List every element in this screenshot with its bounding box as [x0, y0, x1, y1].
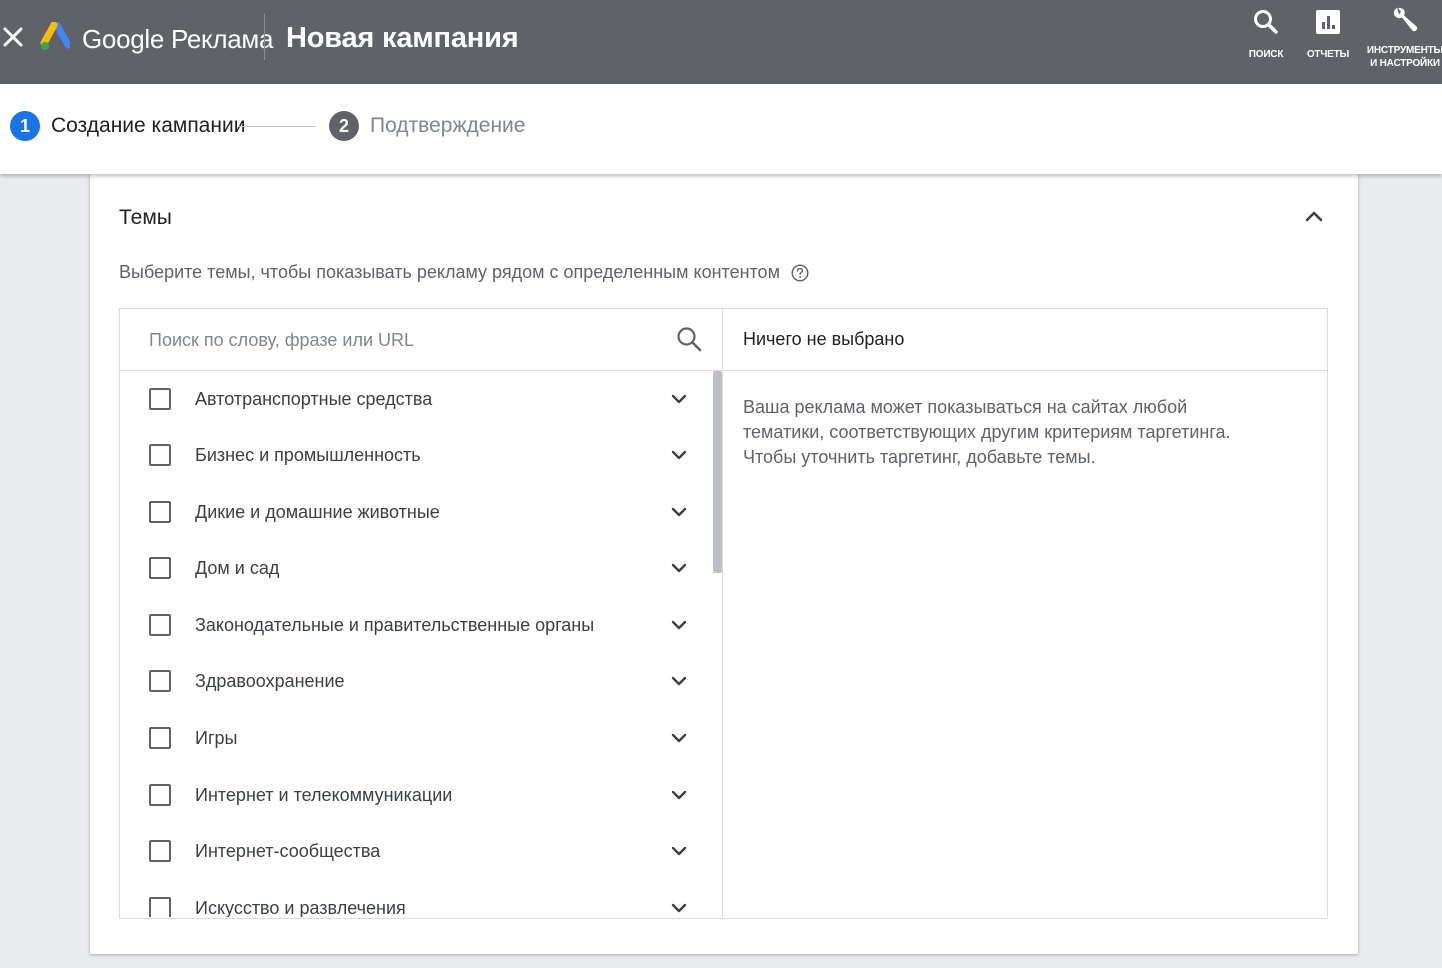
tools-label-line-1: ИНСТРУМЕНТЫ [1366, 45, 1442, 56]
campaign-stepper: 1 Создание кампании 2 Подтверждение [0, 84, 1442, 174]
topic-label: Здравоохранение [195, 670, 345, 691]
topic-label: Законодательные и правительственные орга… [195, 614, 595, 635]
step-number-badge: 1 [10, 111, 40, 141]
expand-topic-button[interactable] [666, 725, 692, 751]
topic-label: Игры [195, 727, 238, 748]
topic-label: Дом и сад [195, 557, 280, 578]
collapse-section-button[interactable] [1300, 202, 1328, 230]
expand-topic-button[interactable] [666, 838, 692, 864]
top-app-bar: Google Реклама Новая кампания ПОИСК ОТЧЕ… [0, 0, 1442, 84]
expand-topic-button[interactable] [666, 386, 692, 412]
expand-topic-button[interactable] [666, 895, 692, 917]
selected-topics-info: Ваша реклама может показываться на сайта… [743, 397, 1231, 467]
list-item[interactable]: Интернет-сообщества [120, 823, 710, 879]
list-item[interactable]: Искусство и развлечения [120, 880, 710, 917]
expand-topic-button[interactable] [666, 442, 692, 468]
chevron-down-icon [671, 450, 687, 460]
list-item[interactable]: Интернет и телекоммуникации [120, 767, 710, 823]
title-divider [264, 14, 265, 60]
topic-checkbox[interactable] [149, 501, 171, 523]
topic-checkbox[interactable] [149, 897, 171, 917]
list-item[interactable]: Бизнес и промышленность [120, 427, 710, 483]
topic-label: Бизнес и промышленность [195, 444, 421, 465]
expand-topic-button[interactable] [666, 555, 692, 581]
step-label: Подтверждение [370, 114, 526, 137]
chevron-down-icon [671, 394, 687, 404]
wrench-icon [1393, 7, 1418, 32]
reports-button-label: ОТЧЕТЫ [1306, 49, 1350, 60]
topic-checkbox[interactable] [149, 614, 171, 636]
step-create-campaign[interactable]: 1 Создание кампании [10, 111, 245, 141]
topic-list[interactable]: Автотранспортные средства Бизнес и промы… [120, 371, 722, 917]
step-number-badge: 2 [329, 111, 359, 141]
topic-label: Интернет-сообщества [195, 840, 381, 861]
topic-label: Интернет и телекоммуникации [195, 784, 453, 805]
reports-button[interactable]: ОТЧЕТЫ [1302, 8, 1354, 61]
topic-checkbox[interactable] [149, 784, 171, 806]
tools-and-settings-button[interactable]: ИНСТРУМЕНТЫ И НАСТРОЙКИ [1367, 6, 1442, 70]
section-description: Выберите темы, чтобы показывать рекламу … [119, 262, 809, 283]
selected-topics-header: Ничего не выбрано [723, 309, 1327, 371]
page-title: Новая кампания [286, 22, 519, 54]
chevron-down-icon [671, 620, 687, 630]
chevron-down-icon [671, 563, 687, 573]
list-item[interactable]: Автотранспортные средства [120, 371, 710, 427]
expand-topic-button[interactable] [666, 499, 692, 525]
topic-checkbox[interactable] [149, 444, 171, 466]
tools-button-label: ИНСТРУМЕНТЫ И НАСТРОЙКИ [1367, 44, 1442, 70]
topic-search-row [120, 309, 722, 371]
section-title: Темы [119, 206, 172, 229]
close-icon [3, 27, 23, 47]
topic-label: Дикие и домашние животные [195, 501, 440, 522]
chevron-down-icon [671, 903, 687, 913]
expand-topic-button[interactable] [666, 782, 692, 808]
search-icon [1254, 10, 1278, 34]
list-item[interactable]: Дом и сад [120, 540, 710, 596]
step-connector [238, 126, 316, 127]
topic-search-input[interactable] [149, 325, 659, 355]
topics-card: Темы Выберите темы, чтобы показывать рек… [90, 174, 1358, 954]
topic-picker: Автотранспортные средства Бизнес и промы… [119, 308, 1328, 919]
topic-checkbox[interactable] [149, 557, 171, 579]
chevron-down-icon [671, 676, 687, 686]
chevron-down-icon [671, 846, 687, 856]
search-button[interactable]: ПОИСК [1240, 8, 1292, 61]
step-confirmation[interactable]: 2 Подтверждение [329, 111, 525, 141]
expand-topic-button[interactable] [666, 668, 692, 694]
list-item[interactable]: Здравоохранение [120, 653, 710, 709]
list-item[interactable]: Игры [120, 710, 710, 766]
list-item[interactable]: Законодательные и правительственные орга… [120, 597, 710, 653]
topic-checkbox[interactable] [149, 670, 171, 692]
topic-label: Искусство и развлечения [195, 897, 406, 918]
topic-checkbox[interactable] [149, 840, 171, 862]
tools-label-line-2: И НАСТРОЙКИ [1370, 58, 1440, 69]
topic-checkbox[interactable] [149, 388, 171, 410]
help-icon[interactable] [791, 263, 809, 282]
reports-icon [1316, 10, 1340, 34]
topic-checkbox[interactable] [149, 727, 171, 749]
step-label: Создание кампании [51, 114, 246, 137]
selected-topics-pane: Ничего не выбрано Ваша реклама может пок… [723, 309, 1327, 918]
section-description-text: Выберите темы, чтобы показывать рекламу … [119, 262, 780, 282]
chevron-up-icon [1305, 211, 1323, 222]
search-button-label: ПОИСК [1248, 49, 1284, 60]
google-ads-logo-icon [40, 22, 70, 50]
topic-list-scrollbar[interactable] [713, 371, 722, 573]
topic-label: Автотранспортные средства [195, 388, 433, 409]
product-name: Google Реклама [82, 24, 274, 54]
chevron-down-icon [671, 790, 687, 800]
chevron-down-icon [671, 507, 687, 517]
topic-list-pane: Автотранспортные средства Бизнес и промы… [120, 309, 723, 918]
search-icon[interactable] [674, 324, 704, 354]
chevron-down-icon [671, 733, 687, 743]
selected-topics-title: Ничего не выбрано [743, 329, 905, 349]
list-item[interactable]: Дикие и домашние животные [120, 484, 710, 540]
close-button[interactable] [0, 22, 26, 52]
expand-topic-button[interactable] [666, 612, 692, 638]
